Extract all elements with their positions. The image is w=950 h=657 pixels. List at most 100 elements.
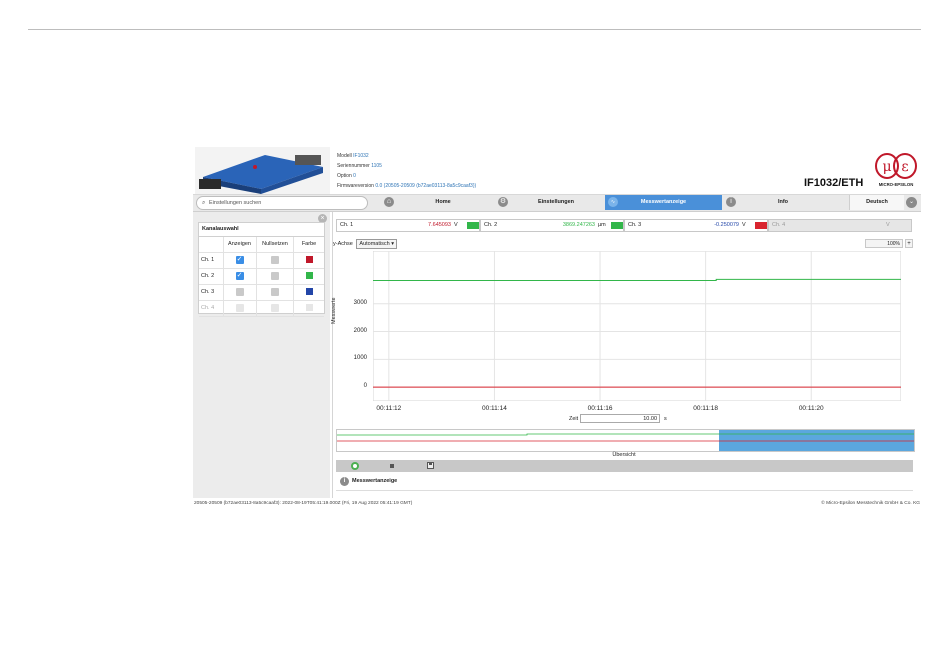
- option-value: 0: [353, 173, 356, 179]
- overview-chart[interactable]: [336, 429, 915, 452]
- zero-checkbox[interactable]: [257, 301, 294, 316]
- home-icon[interactable]: ⌂: [384, 197, 394, 207]
- y-tick-label: 2000: [353, 327, 367, 334]
- channel-color-swatch: [467, 222, 479, 229]
- checkbox-icon: [235, 287, 244, 296]
- zoom-in-button[interactable]: +: [905, 239, 913, 248]
- web-app: Modell IF1032 Seriennummer 1105 Option 0…: [193, 144, 921, 510]
- device-info: Modell IF1032 Seriennummer 1105 Option 0…: [337, 151, 476, 191]
- stop-icon[interactable]: [390, 464, 394, 468]
- firmware-label: Firmwareversion: [337, 183, 374, 189]
- status-bar: 20505-20509 (b72ae03113-8a5c9caaf3): 202…: [193, 498, 921, 510]
- color-swatch[interactable]: [294, 285, 324, 300]
- measurement-panel[interactable]: i Messwertanzeige: [336, 474, 913, 491]
- plot-area: [373, 251, 901, 401]
- y-tick-label: 1000: [353, 355, 367, 362]
- checkbox-icon: [271, 303, 279, 312]
- left-panel: × Kanalauswahl Anzeigen Nullsetzen Farbe…: [193, 212, 330, 498]
- channel-name: Ch. 2: [199, 269, 224, 284]
- nav-measure: Messwertanzeige: [640, 199, 687, 205]
- channel-value: -0.250079: [714, 222, 739, 228]
- zoom-level[interactable]: 100%: [865, 239, 903, 248]
- show-checkbox[interactable]: ✓: [223, 253, 257, 268]
- save-icon[interactable]: [427, 462, 434, 469]
- channel-value-box: Ch. 2 3869.247263 µm: [480, 219, 624, 232]
- model-value: IF1032: [353, 153, 369, 159]
- x-tick-label: 00:11:18: [693, 405, 719, 412]
- show-checkbox[interactable]: [223, 301, 257, 316]
- channel-name: Ch. 1: [340, 222, 354, 228]
- zero-checkbox[interactable]: [257, 285, 294, 300]
- nav-measure-tab[interactable]: ∿ Messwertanzeige: [605, 195, 722, 210]
- channel-row: Ch. 2 ✓: [199, 269, 324, 285]
- playback-controls: [336, 460, 913, 472]
- play-icon[interactable]: [351, 462, 359, 470]
- device-image: [195, 147, 330, 194]
- build-info: 20505-20509 (b72ae03113-8a5c9caaf3): 202…: [194, 501, 413, 506]
- channel-value: 7.645093: [428, 222, 451, 228]
- channel-name: Ch. 3: [199, 285, 224, 300]
- micro-epsilon-logo: μ ε MICRO-EPSILON: [875, 153, 917, 187]
- channel-value: 3869.247263: [562, 222, 595, 228]
- zero-checkbox[interactable]: [257, 253, 294, 268]
- channel-name: Ch. 4: [772, 222, 786, 228]
- option-label: Option: [337, 173, 352, 179]
- yaxis-control: y-Achse Automatisch ▾: [333, 239, 397, 249]
- y-tick-label: 3000: [353, 299, 367, 306]
- overview-selection[interactable]: [719, 430, 914, 451]
- x-tick-label: 00:11:20: [798, 405, 824, 412]
- language-select[interactable]: Deutsch: [849, 195, 904, 210]
- line-chart: [373, 251, 901, 401]
- model-label: Modell: [337, 153, 352, 159]
- serial-value: 1105: [371, 163, 382, 169]
- time-input[interactable]: 10.00: [580, 414, 660, 423]
- chevron-down-icon[interactable]: ⌄: [906, 197, 917, 208]
- info-icon[interactable]: i: [726, 197, 736, 207]
- show-checkbox[interactable]: ✓: [223, 269, 257, 284]
- info-icon: i: [340, 477, 349, 486]
- channel-unit: µm: [598, 222, 606, 228]
- channel-color-swatch: [611, 222, 623, 229]
- header-show: Anzeigen: [223, 237, 257, 252]
- nav-settings[interactable]: Einstellungen: [526, 195, 586, 210]
- checkbox-icon: [271, 287, 279, 296]
- measurement-area: Ch. 1 7.645093 V Ch. 2 3869.247263 µm Ch. 3 -0.…: [331, 212, 915, 498]
- search-placeholder: Einstellungen suchen: [209, 200, 262, 206]
- zero-checkbox[interactable]: [257, 269, 294, 284]
- channel-name: Ch. 2: [484, 222, 498, 228]
- settings-icon[interactable]: ⚙: [498, 197, 508, 207]
- channel-name: Ch. 1: [199, 253, 224, 268]
- header-color: Farbe: [301, 241, 317, 247]
- channel-table-header: Anzeigen Nullsetzen Farbe: [199, 237, 324, 253]
- color-swatch[interactable]: [294, 269, 324, 284]
- channel-name: Ch. 4: [199, 301, 224, 316]
- channel-color-swatch: [755, 222, 767, 229]
- checkbox-icon: ✓: [235, 271, 244, 280]
- color-swatch[interactable]: [294, 253, 324, 268]
- search-input[interactable]: ⌕ Einstellungen suchen: [196, 196, 368, 210]
- channel-row: Ch. 4: [199, 301, 324, 317]
- nav-info[interactable]: Info: [753, 195, 813, 210]
- nav-home[interactable]: Home: [413, 195, 473, 210]
- channel-value-box: Ch. 1 7.645093 V: [336, 219, 480, 232]
- x-tick-label: 00:11:12: [376, 405, 402, 412]
- channel-unit: V: [742, 222, 746, 228]
- yaxis-label: y-Achse: [333, 241, 353, 247]
- checkbox-icon: [235, 303, 244, 312]
- color-swatch[interactable]: [294, 301, 324, 316]
- checkbox-icon: [271, 271, 279, 280]
- time-unit: s: [664, 416, 667, 422]
- y-tick-label: 0: [363, 383, 367, 390]
- channel-unit: V: [886, 222, 890, 228]
- yaxis-mode-select[interactable]: Automatisch ▾: [356, 239, 397, 249]
- channel-table: Anzeigen Nullsetzen Farbe Ch. 1 ✓ Ch. 2 ✓ Ch…: [199, 237, 324, 317]
- channel-unit: V: [454, 222, 458, 228]
- overview-label: Übersicht: [612, 452, 636, 458]
- show-checkbox[interactable]: [223, 285, 257, 300]
- x-tick-label: 00:11:16: [587, 405, 613, 412]
- header-zero: Nullsetzen: [257, 237, 294, 252]
- svg-text:ε: ε: [901, 159, 908, 175]
- copyright: © Micro-Epsilon Messtechnik GmbH & Co. K…: [821, 501, 920, 506]
- channel-name: Ch. 3: [628, 222, 642, 228]
- channel-value-box: Ch. 3 -0.250079 V: [624, 219, 768, 232]
